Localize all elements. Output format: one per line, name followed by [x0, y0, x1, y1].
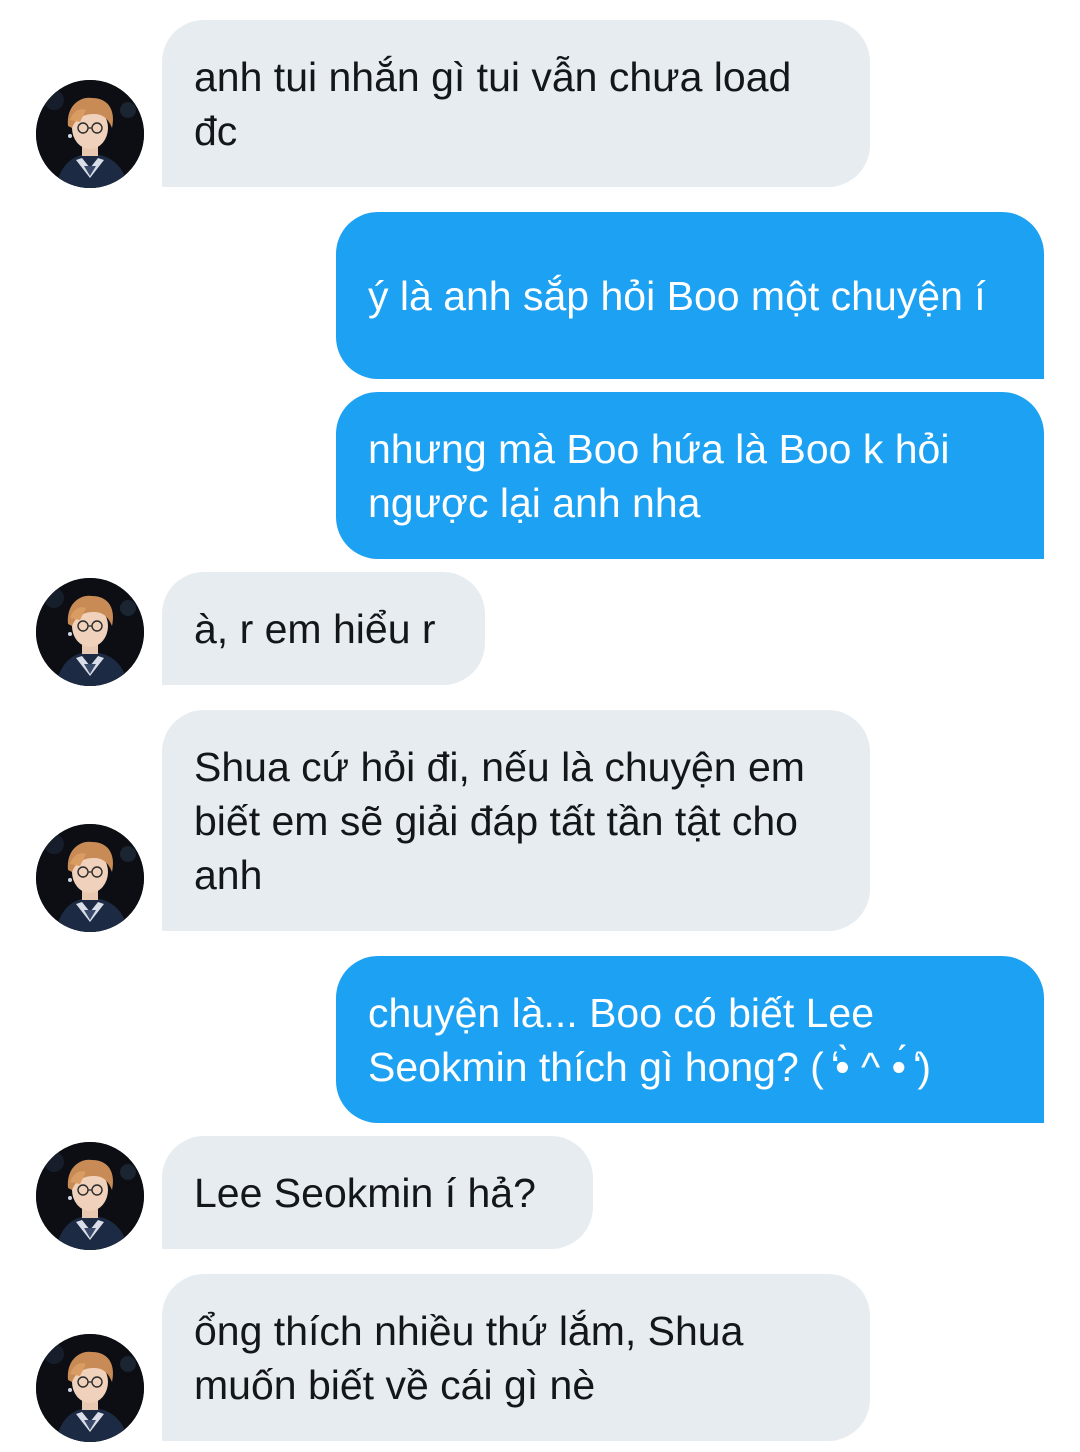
incoming-message-bubble[interactable]: à, r em hiểu r — [162, 572, 485, 685]
message-text: chuyện là... Boo có biết Lee Seokmin thí… — [368, 989, 931, 1090]
avatar-photo-icon — [36, 824, 144, 932]
avatar-photo-icon — [36, 1142, 144, 1250]
avatar-photo-icon — [36, 80, 144, 188]
incoming-message-bubble[interactable]: anh tui nhắn gì tui vẫn chưa load đc — [162, 20, 870, 187]
outgoing-message-bubble[interactable]: ý là anh sắp hỏi Boo một chuyện í — [336, 212, 1044, 379]
outgoing-message-bubble[interactable]: chuyện là... Boo có biết Lee Seokmin thí… — [336, 956, 1044, 1123]
message-text: Shua cứ hỏi đi, nếu là chuyện em biết em… — [194, 743, 805, 898]
contact-avatar[interactable] — [36, 80, 144, 188]
avatar-photo-icon — [36, 1334, 144, 1442]
message-text: nhưng mà Boo hứa là Boo k hỏi ngược lại … — [368, 425, 950, 526]
incoming-message-bubble[interactable]: ổng thích nhiều thứ lắm, Shua muốn biết … — [162, 1274, 870, 1441]
contact-avatar[interactable] — [36, 1334, 144, 1442]
message-text: ý là anh sắp hỏi Boo một chuyện í — [368, 272, 986, 319]
contact-avatar[interactable] — [36, 824, 144, 932]
message-text: Lee Seokmin í hả? — [194, 1169, 536, 1216]
avatar-photo-icon — [36, 578, 144, 686]
contact-avatar[interactable] — [36, 578, 144, 686]
message-text: à, r em hiểu r — [194, 605, 436, 652]
incoming-message-bubble[interactable]: Lee Seokmin í hả? — [162, 1136, 593, 1249]
contact-avatar[interactable] — [36, 1142, 144, 1250]
incoming-message-bubble[interactable]: Shua cứ hỏi đi, nếu là chuyện em biết em… — [162, 710, 870, 931]
outgoing-message-bubble[interactable]: nhưng mà Boo hứa là Boo k hỏi ngược lại … — [336, 392, 1044, 559]
message-text: ổng thích nhiều thứ lắm, Shua muốn biết … — [194, 1307, 744, 1408]
message-text: anh tui nhắn gì tui vẫn chưa load đc — [194, 53, 792, 154]
